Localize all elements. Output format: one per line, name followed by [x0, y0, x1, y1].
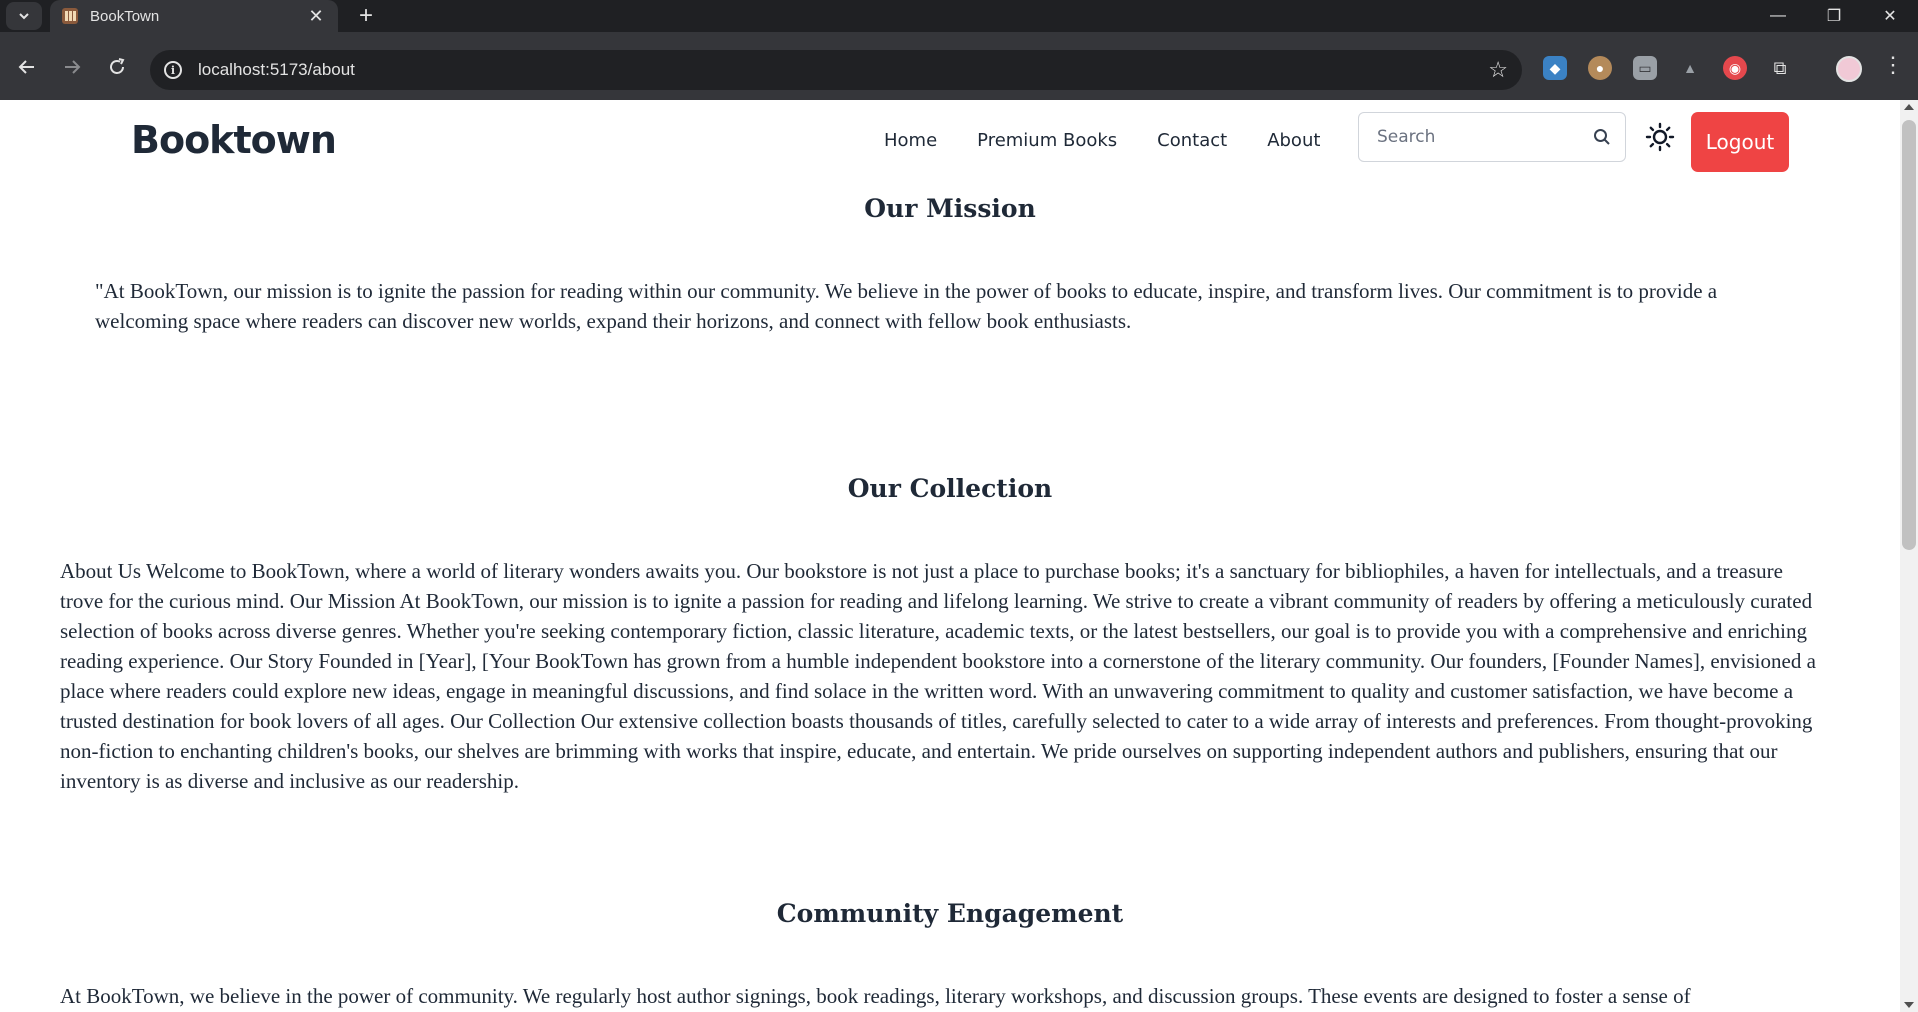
tab-title: BookTown	[90, 7, 160, 25]
nav-contact[interactable]: Contact	[1157, 130, 1227, 151]
address-bar[interactable]: i localhost:5173/about ☆	[150, 50, 1522, 90]
search-box	[1358, 112, 1626, 162]
section-text-collection: About Us Welcome to BookTown, where a wo…	[60, 559, 1816, 793]
site-navbar: Booktown Home Premium Books Contact Abou…	[0, 100, 1900, 186]
scrollbar-thumb[interactable]	[1902, 120, 1916, 550]
forward-button[interactable]	[55, 50, 89, 84]
tab-search-button[interactable]	[6, 2, 42, 30]
section-title-mission: Our Mission	[864, 194, 1036, 223]
page-viewport: Booktown Home Premium Books Contact Abou…	[0, 100, 1900, 1012]
extension-3-icon[interactable]: ▭	[1633, 56, 1657, 80]
site-logo[interactable]: Booktown	[131, 118, 337, 162]
bookmark-star-icon[interactable]: ☆	[1488, 57, 1508, 83]
search-icon[interactable]	[1593, 128, 1611, 146]
back-button[interactable]	[10, 50, 44, 84]
new-tab-button[interactable]: +	[352, 2, 380, 30]
section-text-mission: "At BookTown, our mission is to ignite t…	[95, 279, 1718, 333]
browser-tab-bar: BookTown ✕ + — ❐ ✕	[0, 0, 1918, 32]
search-input[interactable]	[1377, 127, 1593, 147]
chevron-down-icon	[19, 13, 29, 20]
minimize-icon[interactable]: —	[1750, 0, 1806, 32]
nav-home[interactable]: Home	[884, 130, 937, 151]
close-window-icon[interactable]: ✕	[1862, 0, 1918, 32]
extension-5-icon[interactable]: ◉	[1723, 56, 1747, 80]
extensions-puzzle-icon[interactable]: ⧉	[1768, 56, 1792, 80]
browser-menu-icon[interactable]: ⋮	[1882, 52, 1904, 78]
reload-button[interactable]	[100, 50, 134, 84]
url-text: localhost:5173/about	[198, 60, 355, 79]
section-title-community: Community Engagement	[776, 899, 1124, 928]
theme-toggle-button[interactable]	[1643, 120, 1677, 154]
reload-icon	[110, 58, 125, 74]
section-text-community: At BookTown, we believe in the power of …	[60, 984, 1691, 1008]
book-favicon-icon	[62, 8, 78, 24]
restore-icon[interactable]: ❐	[1806, 0, 1862, 32]
section-title-collection: Our Collection	[847, 474, 1053, 503]
site-info-icon[interactable]: i	[164, 61, 182, 79]
close-tab-icon[interactable]: ✕	[306, 6, 326, 27]
arrow-left-icon	[18, 60, 34, 74]
extension-1-icon[interactable]: ◆	[1543, 56, 1567, 80]
sun-icon	[1645, 122, 1675, 152]
browser-tab[interactable]: BookTown ✕	[50, 0, 338, 32]
nav-about[interactable]: About	[1267, 130, 1320, 151]
page-scrollbar[interactable]	[1900, 100, 1918, 1012]
extension-4-icon[interactable]: ▲	[1678, 56, 1702, 80]
scroll-up-arrow-icon[interactable]	[1904, 104, 1914, 110]
browser-toolbar: i localhost:5173/about ☆ ◆ ● ▭ ▲ ◉ ⧉	[0, 32, 1918, 100]
logout-button[interactable]: Logout	[1691, 112, 1789, 172]
nav-links: Home Premium Books Contact About	[884, 130, 1320, 151]
arrow-right-icon	[65, 60, 81, 74]
profile-avatar[interactable]	[1836, 56, 1862, 82]
nav-premium-books[interactable]: Premium Books	[977, 130, 1117, 151]
extension-2-icon[interactable]: ●	[1588, 56, 1612, 80]
scroll-down-arrow-icon[interactable]	[1904, 1002, 1914, 1008]
